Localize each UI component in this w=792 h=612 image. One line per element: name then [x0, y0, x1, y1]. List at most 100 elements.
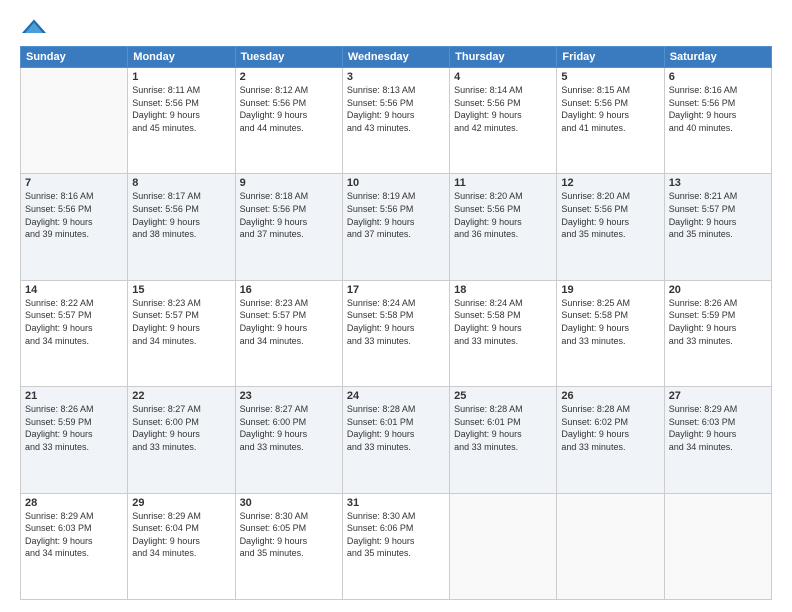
calendar-cell: 29Sunrise: 8:29 AM Sunset: 6:04 PM Dayli… — [128, 493, 235, 599]
day-info: Sunrise: 8:14 AM Sunset: 5:56 PM Dayligh… — [454, 84, 552, 134]
day-info: Sunrise: 8:23 AM Sunset: 5:57 PM Dayligh… — [132, 297, 230, 347]
day-number: 15 — [132, 284, 230, 296]
calendar-cell: 28Sunrise: 8:29 AM Sunset: 6:03 PM Dayli… — [21, 493, 128, 599]
header — [20, 18, 772, 36]
day-info: Sunrise: 8:29 AM Sunset: 6:03 PM Dayligh… — [669, 403, 767, 453]
day-info: Sunrise: 8:28 AM Sunset: 6:01 PM Dayligh… — [454, 403, 552, 453]
day-number: 30 — [240, 497, 338, 509]
day-info: Sunrise: 8:29 AM Sunset: 6:04 PM Dayligh… — [132, 510, 230, 560]
day-number: 23 — [240, 390, 338, 402]
calendar-cell: 5Sunrise: 8:15 AM Sunset: 5:56 PM Daylig… — [557, 68, 664, 174]
day-number: 27 — [669, 390, 767, 402]
day-number: 17 — [347, 284, 445, 296]
logo-icon — [20, 18, 48, 36]
day-number: 28 — [25, 497, 123, 509]
calendar-cell: 15Sunrise: 8:23 AM Sunset: 5:57 PM Dayli… — [128, 280, 235, 386]
day-info: Sunrise: 8:11 AM Sunset: 5:56 PM Dayligh… — [132, 84, 230, 134]
weekday-header: Sunday — [21, 47, 128, 68]
calendar-cell: 21Sunrise: 8:26 AM Sunset: 5:59 PM Dayli… — [21, 387, 128, 493]
day-number: 6 — [669, 71, 767, 83]
calendar-cell: 7Sunrise: 8:16 AM Sunset: 5:56 PM Daylig… — [21, 174, 128, 280]
day-number: 8 — [132, 177, 230, 189]
calendar-cell: 27Sunrise: 8:29 AM Sunset: 6:03 PM Dayli… — [664, 387, 771, 493]
day-info: Sunrise: 8:21 AM Sunset: 5:57 PM Dayligh… — [669, 190, 767, 240]
day-number: 31 — [347, 497, 445, 509]
calendar-cell — [557, 493, 664, 599]
calendar-cell — [450, 493, 557, 599]
calendar-cell: 1Sunrise: 8:11 AM Sunset: 5:56 PM Daylig… — [128, 68, 235, 174]
calendar-cell: 13Sunrise: 8:21 AM Sunset: 5:57 PM Dayli… — [664, 174, 771, 280]
day-info: Sunrise: 8:28 AM Sunset: 6:02 PM Dayligh… — [561, 403, 659, 453]
day-number: 19 — [561, 284, 659, 296]
day-info: Sunrise: 8:19 AM Sunset: 5:56 PM Dayligh… — [347, 190, 445, 240]
day-info: Sunrise: 8:27 AM Sunset: 6:00 PM Dayligh… — [240, 403, 338, 453]
day-info: Sunrise: 8:13 AM Sunset: 5:56 PM Dayligh… — [347, 84, 445, 134]
day-info: Sunrise: 8:28 AM Sunset: 6:01 PM Dayligh… — [347, 403, 445, 453]
weekday-header: Friday — [557, 47, 664, 68]
day-number: 21 — [25, 390, 123, 402]
day-info: Sunrise: 8:24 AM Sunset: 5:58 PM Dayligh… — [347, 297, 445, 347]
day-info: Sunrise: 8:29 AM Sunset: 6:03 PM Dayligh… — [25, 510, 123, 560]
day-info: Sunrise: 8:20 AM Sunset: 5:56 PM Dayligh… — [561, 190, 659, 240]
weekday-header: Thursday — [450, 47, 557, 68]
weekday-header: Monday — [128, 47, 235, 68]
day-number: 20 — [669, 284, 767, 296]
day-number: 16 — [240, 284, 338, 296]
day-number: 13 — [669, 177, 767, 189]
day-number: 24 — [347, 390, 445, 402]
calendar-cell: 6Sunrise: 8:16 AM Sunset: 5:56 PM Daylig… — [664, 68, 771, 174]
day-info: Sunrise: 8:24 AM Sunset: 5:58 PM Dayligh… — [454, 297, 552, 347]
calendar-cell: 22Sunrise: 8:27 AM Sunset: 6:00 PM Dayli… — [128, 387, 235, 493]
day-number: 26 — [561, 390, 659, 402]
calendar-table: SundayMondayTuesdayWednesdayThursdayFrid… — [20, 46, 772, 600]
calendar-cell: 14Sunrise: 8:22 AM Sunset: 5:57 PM Dayli… — [21, 280, 128, 386]
day-number: 4 — [454, 71, 552, 83]
weekday-header: Wednesday — [342, 47, 449, 68]
day-info: Sunrise: 8:22 AM Sunset: 5:57 PM Dayligh… — [25, 297, 123, 347]
day-info: Sunrise: 8:15 AM Sunset: 5:56 PM Dayligh… — [561, 84, 659, 134]
calendar-cell: 25Sunrise: 8:28 AM Sunset: 6:01 PM Dayli… — [450, 387, 557, 493]
day-number: 12 — [561, 177, 659, 189]
calendar-cell: 20Sunrise: 8:26 AM Sunset: 5:59 PM Dayli… — [664, 280, 771, 386]
day-info: Sunrise: 8:20 AM Sunset: 5:56 PM Dayligh… — [454, 190, 552, 240]
day-info: Sunrise: 8:23 AM Sunset: 5:57 PM Dayligh… — [240, 297, 338, 347]
calendar-cell: 26Sunrise: 8:28 AM Sunset: 6:02 PM Dayli… — [557, 387, 664, 493]
calendar-cell: 10Sunrise: 8:19 AM Sunset: 5:56 PM Dayli… — [342, 174, 449, 280]
day-number: 22 — [132, 390, 230, 402]
calendar-cell — [21, 68, 128, 174]
calendar-cell: 19Sunrise: 8:25 AM Sunset: 5:58 PM Dayli… — [557, 280, 664, 386]
day-info: Sunrise: 8:16 AM Sunset: 5:56 PM Dayligh… — [25, 190, 123, 240]
day-info: Sunrise: 8:26 AM Sunset: 5:59 PM Dayligh… — [25, 403, 123, 453]
day-info: Sunrise: 8:30 AM Sunset: 6:05 PM Dayligh… — [240, 510, 338, 560]
day-number: 2 — [240, 71, 338, 83]
day-number: 25 — [454, 390, 552, 402]
day-number: 11 — [454, 177, 552, 189]
calendar-cell: 23Sunrise: 8:27 AM Sunset: 6:00 PM Dayli… — [235, 387, 342, 493]
calendar-cell: 9Sunrise: 8:18 AM Sunset: 5:56 PM Daylig… — [235, 174, 342, 280]
day-number: 9 — [240, 177, 338, 189]
day-number: 3 — [347, 71, 445, 83]
day-info: Sunrise: 8:18 AM Sunset: 5:56 PM Dayligh… — [240, 190, 338, 240]
logo — [20, 18, 52, 36]
calendar-cell: 3Sunrise: 8:13 AM Sunset: 5:56 PM Daylig… — [342, 68, 449, 174]
calendar-cell: 11Sunrise: 8:20 AM Sunset: 5:56 PM Dayli… — [450, 174, 557, 280]
weekday-header: Saturday — [664, 47, 771, 68]
calendar-cell: 2Sunrise: 8:12 AM Sunset: 5:56 PM Daylig… — [235, 68, 342, 174]
day-info: Sunrise: 8:17 AM Sunset: 5:56 PM Dayligh… — [132, 190, 230, 240]
calendar-cell: 24Sunrise: 8:28 AM Sunset: 6:01 PM Dayli… — [342, 387, 449, 493]
calendar-cell — [664, 493, 771, 599]
page: SundayMondayTuesdayWednesdayThursdayFrid… — [0, 0, 792, 612]
calendar-cell: 4Sunrise: 8:14 AM Sunset: 5:56 PM Daylig… — [450, 68, 557, 174]
day-number: 14 — [25, 284, 123, 296]
day-info: Sunrise: 8:26 AM Sunset: 5:59 PM Dayligh… — [669, 297, 767, 347]
day-number: 7 — [25, 177, 123, 189]
calendar-cell: 31Sunrise: 8:30 AM Sunset: 6:06 PM Dayli… — [342, 493, 449, 599]
calendar-cell: 12Sunrise: 8:20 AM Sunset: 5:56 PM Dayli… — [557, 174, 664, 280]
calendar-cell: 8Sunrise: 8:17 AM Sunset: 5:56 PM Daylig… — [128, 174, 235, 280]
calendar-cell: 17Sunrise: 8:24 AM Sunset: 5:58 PM Dayli… — [342, 280, 449, 386]
day-number: 10 — [347, 177, 445, 189]
day-number: 29 — [132, 497, 230, 509]
day-number: 1 — [132, 71, 230, 83]
day-info: Sunrise: 8:27 AM Sunset: 6:00 PM Dayligh… — [132, 403, 230, 453]
calendar-cell: 30Sunrise: 8:30 AM Sunset: 6:05 PM Dayli… — [235, 493, 342, 599]
